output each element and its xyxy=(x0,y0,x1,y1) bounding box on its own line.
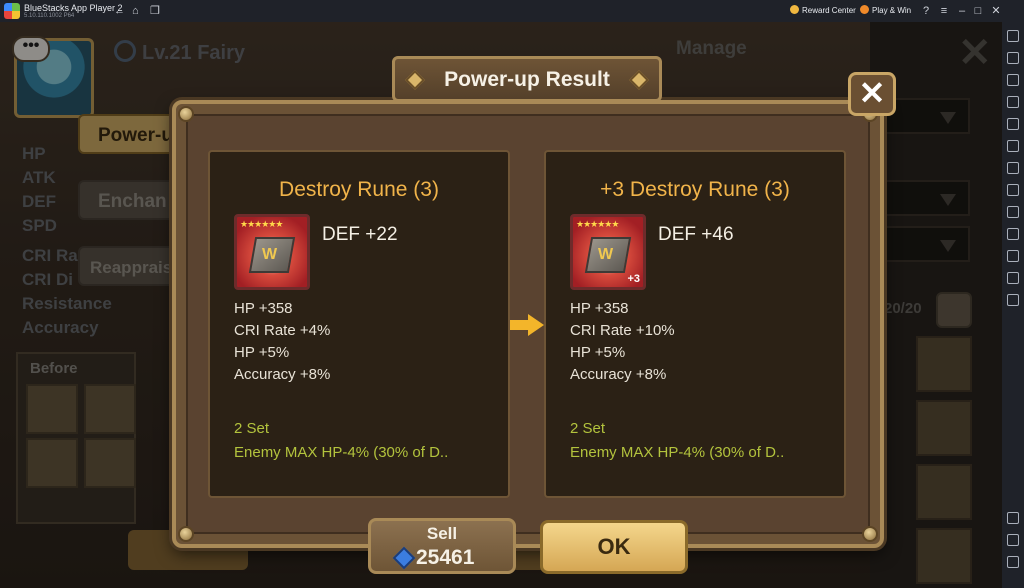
minimize-icon[interactable]: – xyxy=(956,3,968,19)
rivet-icon xyxy=(862,526,878,542)
airplane-icon[interactable] xyxy=(1007,228,1019,240)
help-icon[interactable]: ? xyxy=(920,3,932,19)
dialog-title: Power-up Result xyxy=(444,68,610,91)
fullscreen-icon[interactable] xyxy=(1007,30,1019,42)
home-nav-icon[interactable] xyxy=(1007,556,1019,568)
game-viewport: Manage ✕ 20/20 ••• Lv.21 Fairy HP ATK DE… xyxy=(0,22,1002,588)
eco-icon[interactable] xyxy=(1007,272,1019,284)
back-nav-icon[interactable] xyxy=(1007,534,1019,546)
camera-icon[interactable] xyxy=(1007,162,1019,174)
ok-button[interactable]: OK xyxy=(540,520,688,574)
app-name: BlueStacks App Player 2 xyxy=(24,3,123,13)
gamepad-icon[interactable] xyxy=(1007,96,1019,108)
rune-sub-stat: HP +358 xyxy=(234,300,293,317)
rune-set-count: 2 Set xyxy=(570,420,606,437)
destroy-rune-icon: ★★★★★★ W +3 xyxy=(570,214,646,290)
keyboard-icon[interactable] xyxy=(1007,74,1019,86)
settings-icon[interactable] xyxy=(1007,512,1019,524)
play-win-button[interactable]: Play & Win xyxy=(860,4,911,18)
reward-center-label: Reward Center xyxy=(802,6,856,15)
media-icon[interactable] xyxy=(1007,184,1019,196)
rune-sub-stat: Accuracy +8% xyxy=(570,366,667,383)
record-icon[interactable] xyxy=(1007,118,1019,130)
window-titlebar: BlueStacks App Player 2 5.10.110.1002 P6… xyxy=(0,0,1024,22)
location-icon[interactable] xyxy=(1007,250,1019,262)
sell-amount: 25461 xyxy=(416,546,475,569)
reward-center-button[interactable]: Reward Center xyxy=(790,4,856,18)
rune-set-count: 2 Set xyxy=(234,420,270,437)
destroy-rune-icon: ★★★★★★ W xyxy=(234,214,310,290)
rune-stars: ★★★★★★ xyxy=(576,219,619,229)
macro-icon[interactable] xyxy=(1007,294,1019,306)
app-version: 5.10.110.1002 P64 xyxy=(24,13,75,19)
rune-sub-stat: CRI Rate +10% xyxy=(570,322,675,339)
folder-icon[interactable] xyxy=(1007,206,1019,218)
play-win-label: Play & Win xyxy=(872,6,912,15)
close-window-icon[interactable]: ✕ xyxy=(990,3,1002,19)
rune-card-after: +3 Destroy Rune (3) ★★★★★★ W +3 DEF +46 … xyxy=(544,150,846,498)
close-icon: ✕ xyxy=(858,75,886,111)
rune-main-stat: DEF +46 xyxy=(658,224,734,245)
arrow-right-icon xyxy=(510,314,544,336)
emulator-sidebar xyxy=(1002,22,1024,588)
dialog-close-button[interactable]: ✕ xyxy=(848,72,896,116)
rune-sub-stat: CRI Rate +4% xyxy=(234,322,331,339)
recent-apps-icon[interactable]: ❐ xyxy=(150,3,160,19)
rune-card-before: Destroy Rune (3) ★★★★★★ W DEF +22 HP +35… xyxy=(208,150,510,498)
screenshot-icon[interactable] xyxy=(1007,140,1019,152)
destroy-mark-icon: W xyxy=(598,246,614,263)
rune-name: +3 Destroy Rune (3) xyxy=(600,178,790,201)
crown-icon xyxy=(790,5,799,14)
rune-sub-stat: HP +358 xyxy=(570,300,629,317)
destroy-mark-icon: W xyxy=(262,246,278,263)
rune-stars: ★★★★★★ xyxy=(240,219,283,229)
menu-icon[interactable]: ≡ xyxy=(938,3,950,19)
rune-sub-stat: Accuracy +8% xyxy=(234,366,331,383)
rune-sub-stat: HP +5% xyxy=(570,344,626,361)
rune-level-badge: +3 xyxy=(627,273,640,285)
rune-set-effect: Enemy MAX HP-4% (30% of D.. xyxy=(570,444,785,461)
rune-set-effect: Enemy MAX HP-4% (30% of D.. xyxy=(234,444,449,461)
bluestacks-logo-icon xyxy=(4,3,20,19)
rivet-icon xyxy=(178,526,194,542)
sell-label: Sell xyxy=(426,524,458,543)
maximize-icon[interactable]: □ xyxy=(972,3,984,19)
rune-main-stat: DEF +22 xyxy=(322,224,398,245)
back-icon[interactable]: ← xyxy=(114,3,125,19)
rune-name: Destroy Rune (3) xyxy=(279,178,439,201)
rivet-icon xyxy=(178,106,194,122)
home-icon[interactable]: ⌂ xyxy=(132,3,139,19)
play-win-icon xyxy=(860,5,869,14)
rune-sub-stat: HP +5% xyxy=(234,344,290,361)
volume-icon[interactable] xyxy=(1007,52,1019,64)
